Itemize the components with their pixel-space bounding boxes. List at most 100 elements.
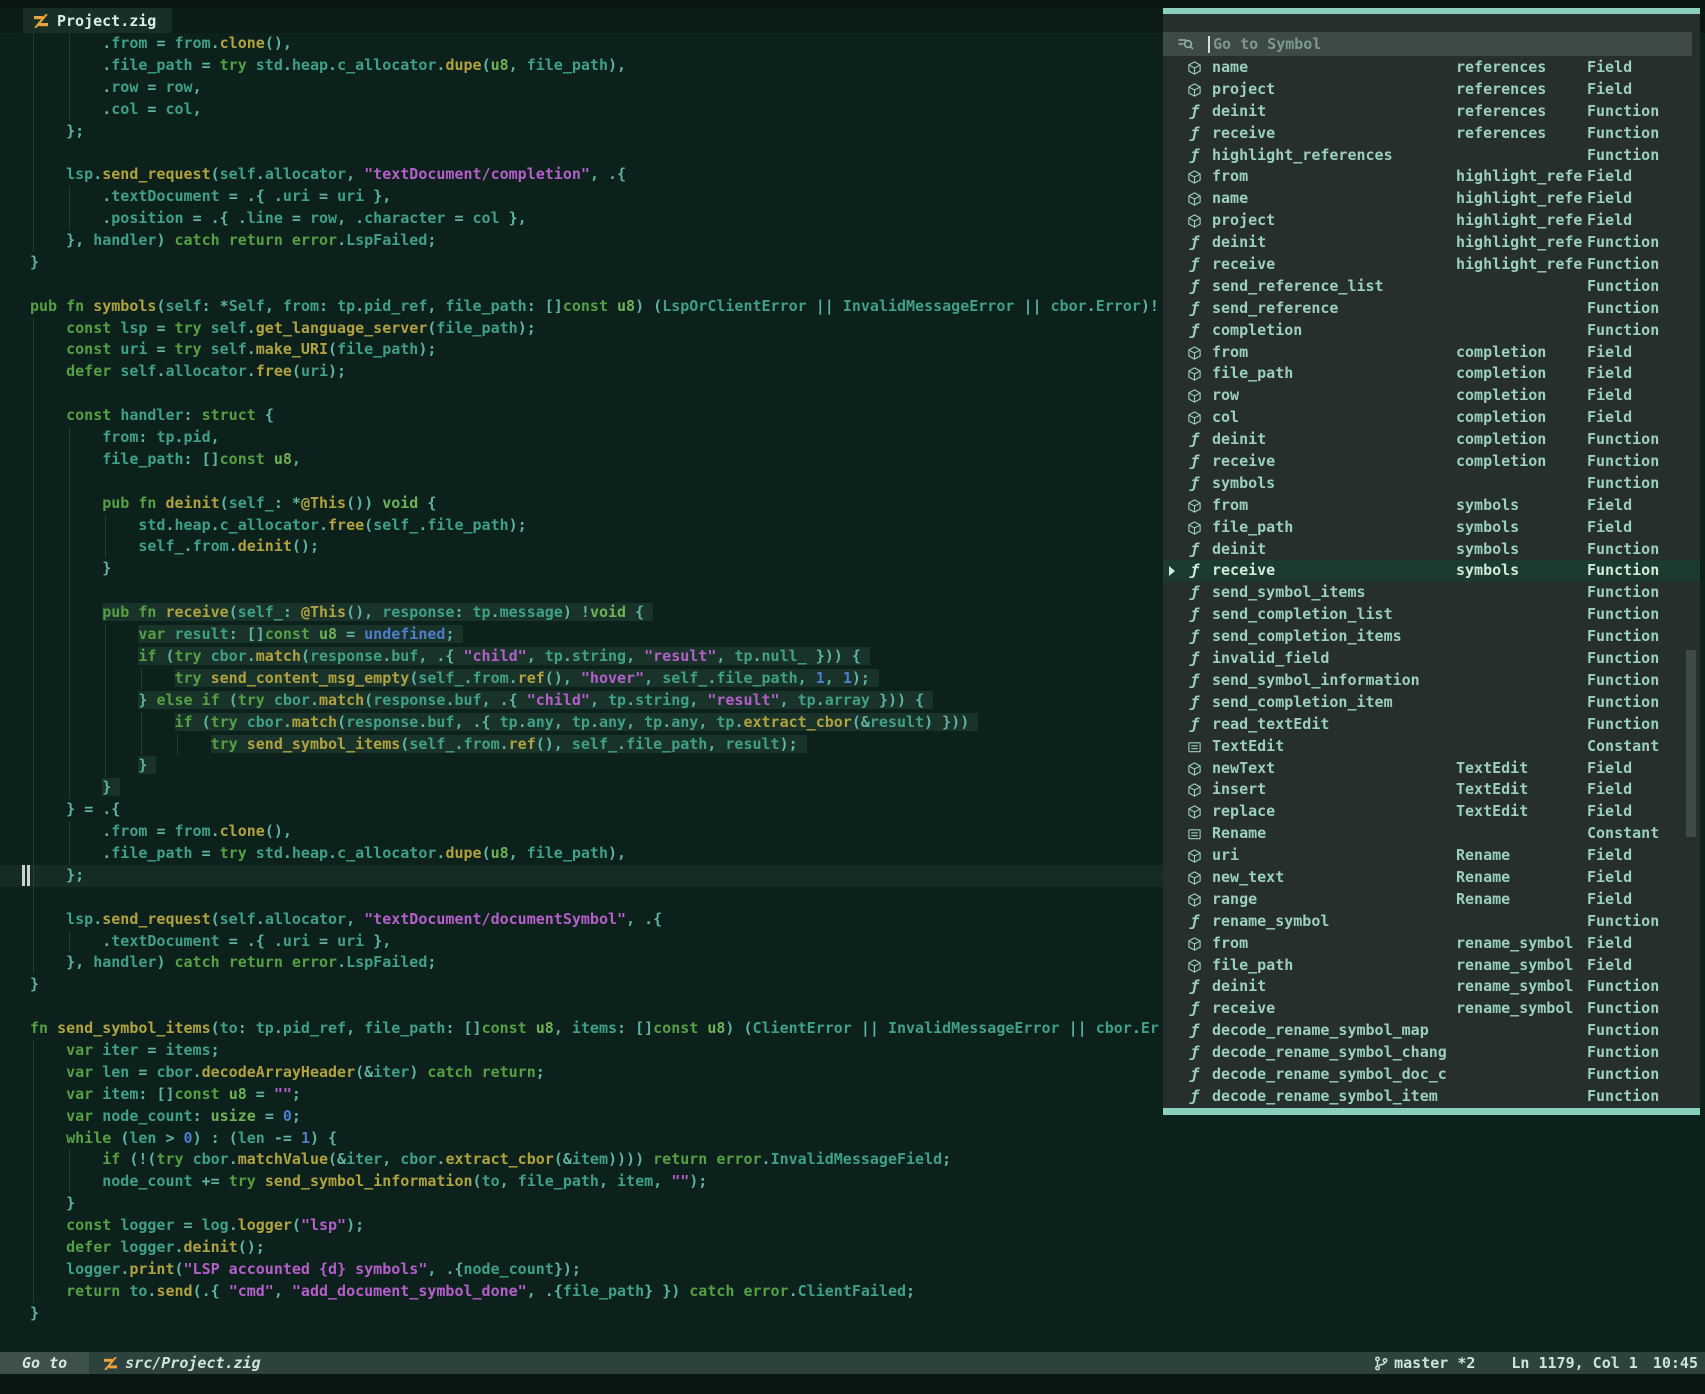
symbol-kind: Field <box>1587 889 1697 911</box>
symbol-list-item[interactable]: uriRenameField <box>1163 845 1700 867</box>
symbol-list-item[interactable]: fromsymbolsField <box>1163 495 1700 517</box>
symbol-container: rename_symbol <box>1456 976 1586 998</box>
symbol-name: deinit <box>1212 101 1452 123</box>
indent-guide <box>33 99 34 121</box>
indent-guide <box>33 339 34 361</box>
symbol-name: deinit <box>1212 539 1452 561</box>
indent-guide <box>33 1281 34 1303</box>
symbol-list-item[interactable]: file_pathsymbolsField <box>1163 517 1700 539</box>
clock: 10:45 <box>1653 1354 1698 1372</box>
symbol-list-item[interactable]: ƒdecode_rename_symbol_changFunction <box>1163 1042 1700 1064</box>
code-line: node_count += try send_symbol_informatio… <box>0 1171 1163 1193</box>
symbol-list-item[interactable]: ƒrename_symbolFunction <box>1163 911 1700 933</box>
symbol-list-item[interactable]: ƒhighlight_referencesFunction <box>1163 145 1700 167</box>
symbol-list-item[interactable]: ƒsend_symbol_itemsFunction <box>1163 582 1700 604</box>
symbol-list-item[interactable]: projectreferencesField <box>1163 79 1700 101</box>
symbol-name: TextEdit <box>1212 736 1452 758</box>
symbol-kind: Field <box>1587 955 1697 977</box>
symbol-list-item[interactable]: rowcompletionField <box>1163 385 1700 407</box>
code-line <box>0 996 1163 1018</box>
cube-outline-icon <box>1186 387 1203 404</box>
symbol-list-item[interactable]: ƒsend_reference_listFunction <box>1163 276 1700 298</box>
indent-guide <box>105 755 106 777</box>
cursor-position[interactable]: Ln 1179, Col 1 <box>1511 1354 1637 1372</box>
symbol-list-item[interactable]: ƒdeinitrename_symbolFunction <box>1163 976 1700 998</box>
symbol-list-item[interactable]: newTextTextEditField <box>1163 758 1700 780</box>
symbol-container: completion <box>1456 451 1586 473</box>
symbol-kind: Function <box>1587 582 1697 604</box>
code-line: std.heap.c_allocator.free(self_.file_pat… <box>0 515 1163 537</box>
symbol-list-item[interactable]: ƒread_textEditFunction <box>1163 714 1700 736</box>
symbol-list-item[interactable]: ƒcompletionFunction <box>1163 320 1700 342</box>
cube-outline-icon <box>1186 168 1203 185</box>
indent-guide <box>33 361 34 383</box>
symbol-list-item[interactable]: ƒdeinitcompletionFunction <box>1163 429 1700 451</box>
panel-scrollbar-thumb[interactable] <box>1686 650 1696 837</box>
symbol-list-item[interactable]: ƒreceiverename_symbolFunction <box>1163 998 1700 1020</box>
symbol-list-item[interactable]: namereferencesField <box>1163 57 1700 79</box>
indent-guide <box>33 624 34 646</box>
symbol-list-item[interactable]: projecthighlight_refeField <box>1163 210 1700 232</box>
symbol-container: rename_symbol <box>1456 933 1586 955</box>
indent-guide <box>33 493 34 515</box>
symbol-list-item[interactable]: ƒdecode_rename_symbol_doc_cFunction <box>1163 1064 1700 1086</box>
symbol-kind: Field <box>1587 517 1697 539</box>
indent-guide <box>33 55 34 77</box>
symbol-list-item[interactable]: file_pathrename_symbolField <box>1163 955 1700 977</box>
symbol-list-item[interactable]: namehighlight_refeField <box>1163 188 1700 210</box>
symbol-list-item[interactable]: TextEditConstant <box>1163 736 1700 758</box>
code-line: } <box>0 974 1163 996</box>
symbol-list-item[interactable]: ƒsend_referenceFunction <box>1163 298 1700 320</box>
symbol-list-item[interactable]: new_textRenameField <box>1163 867 1700 889</box>
symbol-list-item[interactable]: ƒdecode_rename_symbol_itemFunction <box>1163 1086 1700 1108</box>
symbol-name: receive <box>1212 451 1452 473</box>
symbol-list-item[interactable]: ƒdecode_rename_symbol_mapFunction <box>1163 1020 1700 1042</box>
code-line: pub fn receive(self_: @This(), response:… <box>0 602 1163 624</box>
symbol-list-item[interactable]: ƒsend_completion_itemsFunction <box>1163 626 1700 648</box>
symbol-list-item[interactable]: ƒsymbolsFunction <box>1163 473 1700 495</box>
symbol-name: row <box>1212 385 1452 407</box>
indent-guide <box>33 821 34 843</box>
symbol-list-item[interactable]: insertTextEditField <box>1163 779 1700 801</box>
indent-guide <box>69 55 70 77</box>
file-indicator[interactable]: src/Project.zig <box>103 1354 260 1372</box>
code-line: file_path: []const u8, <box>0 449 1163 471</box>
symbol-list-item[interactable]: fromrename_symbolField <box>1163 933 1700 955</box>
symbol-name: receive <box>1212 123 1452 145</box>
code-area[interactable]: .from = from.clone(), .file_path = try s… <box>0 33 1163 1325</box>
code-line: var iter = items; <box>0 1040 1163 1062</box>
symbol-list-item[interactable]: ƒsend_symbol_informationFunction <box>1163 670 1700 692</box>
symbol-kind: Function <box>1587 714 1697 736</box>
symbol-list-item[interactable]: ƒdeinitreferencesFunction <box>1163 101 1700 123</box>
function-f-icon: ƒ <box>1186 584 1203 601</box>
symbol-list-item[interactable]: fromhighlight_refeField <box>1163 166 1700 188</box>
symbol-search-input[interactable]: Go to Symbol <box>1163 32 1692 56</box>
symbol-list-item[interactable]: ƒdeinithighlight_refeFunction <box>1163 232 1700 254</box>
constant-box-icon <box>1186 825 1203 842</box>
symbol-list-item[interactable]: ƒreceivecompletionFunction <box>1163 451 1700 473</box>
symbol-container: Rename <box>1456 889 1586 911</box>
code-line: } else if (try cbor.match(response.buf, … <box>0 690 1163 712</box>
symbol-list-item[interactable]: replaceTextEditField <box>1163 801 1700 823</box>
symbol-list-item[interactable]: ƒsend_completion_listFunction <box>1163 604 1700 626</box>
symbol-list-item[interactable]: ƒreceivesymbolsFunction <box>1163 560 1700 582</box>
symbol-list-item[interactable]: file_pathcompletionField <box>1163 363 1700 385</box>
symbol-list-item[interactable]: ƒreceivereferencesFunction <box>1163 123 1700 145</box>
code-line: const uri = try self.make_URI(file_path)… <box>0 339 1163 361</box>
symbol-list-item[interactable]: fromcompletionField <box>1163 342 1700 364</box>
cube-outline-icon <box>1186 365 1203 382</box>
symbol-list-item[interactable]: colcompletionField <box>1163 407 1700 429</box>
symbol-list-item[interactable]: ƒsend_completion_itemFunction <box>1163 692 1700 714</box>
symbol-container: highlight_refe <box>1456 232 1586 254</box>
text-cursor <box>1208 36 1210 53</box>
symbol-list-item[interactable]: rangeRenameField <box>1163 889 1700 911</box>
symbol-list-item[interactable]: ƒreceivehighlight_refeFunction <box>1163 254 1700 276</box>
indent-guide <box>33 449 34 471</box>
symbol-name: highlight_references <box>1212 145 1452 167</box>
symbol-list-item[interactable]: ƒinvalid_fieldFunction <box>1163 648 1700 670</box>
symbol-list-item[interactable]: ƒdeinitsymbolsFunction <box>1163 539 1700 561</box>
tab-project-zig[interactable]: Project.zig <box>23 8 172 33</box>
indent-guide <box>69 186 70 208</box>
git-branch-indicator[interactable]: master *2 <box>1374 1354 1475 1372</box>
symbol-list-item[interactable]: RenameConstant <box>1163 823 1700 845</box>
